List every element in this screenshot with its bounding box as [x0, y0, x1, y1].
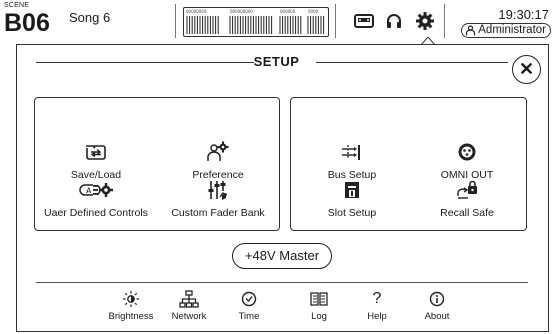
- footer-divider: [36, 282, 528, 283]
- omni-out-icon: [406, 140, 528, 164]
- recall-safe-button[interactable]: Recall Safe: [406, 178, 528, 228]
- save-load-icon: [35, 140, 157, 164]
- slot-setup-label: Slot Setup: [327, 207, 377, 219]
- user-defined-controls-label: Uaer Defined Controls: [44, 207, 148, 219]
- brightness-button[interactable]: Brightness: [101, 289, 161, 322]
- network-icon: [159, 289, 219, 309]
- help-button[interactable]: ? Help: [347, 289, 407, 323]
- help-icon: ?: [372, 290, 382, 307]
- user-icon: [466, 25, 476, 36]
- phantom-power-master-button[interactable]: +48V Master: [232, 243, 332, 269]
- meter-tiny-label-3: 000000: [280, 9, 296, 14]
- network-button[interactable]: Network: [159, 289, 219, 322]
- recorder-icon[interactable]: [353, 10, 375, 32]
- custom-fader-bank-label: Custom Fader Bank: [171, 207, 265, 219]
- scene-caption: SCENE: [4, 2, 30, 9]
- setup-gear-icon[interactable]: [414, 10, 436, 32]
- slot-setup-icon: [291, 178, 413, 202]
- svg-text:A: A: [86, 187, 92, 196]
- brightness-icon: [101, 289, 161, 309]
- user-defined-controls-button[interactable]: A Uaer Defined Controls: [35, 178, 157, 228]
- time-button[interactable]: Time: [219, 289, 279, 322]
- recall-safe-icon: [406, 178, 528, 202]
- user-name: Administrator: [478, 24, 546, 36]
- help-label: Help: [367, 311, 387, 322]
- headphones-icon[interactable]: [383, 10, 405, 32]
- divider: [335, 4, 336, 38]
- info-icon: [407, 289, 467, 309]
- close-icon: ✕: [518, 59, 535, 79]
- meter-tiny-label-4: 0000: [308, 9, 319, 14]
- scene-number[interactable]: B06: [4, 9, 50, 37]
- network-label: Network: [171, 311, 207, 322]
- user-defined-controls-icon: A: [35, 178, 157, 202]
- custom-fader-bank-icon: [157, 178, 279, 202]
- preference-icon: [157, 140, 279, 164]
- log-label: Log: [311, 311, 327, 322]
- dialog-title: SETUP: [253, 54, 300, 69]
- divider: [444, 4, 445, 38]
- log-button[interactable]: Log: [289, 289, 349, 322]
- custom-fader-bank-button[interactable]: Custom Fader Bank: [157, 178, 279, 228]
- slot-setup-button[interactable]: Slot Setup: [291, 178, 413, 228]
- about-button[interactable]: About: [407, 289, 467, 322]
- channel-meters[interactable]: 00000000 000000000 000000 0000: [183, 7, 329, 37]
- brightness-label: Brightness: [108, 311, 154, 322]
- clock-icon: [219, 289, 279, 309]
- divider: [175, 4, 176, 38]
- bus-setup-icon: [291, 140, 413, 164]
- clock-time: 19:30:17: [498, 7, 549, 22]
- user-badge[interactable]: Administrator: [461, 23, 551, 38]
- recall-safe-label: Recall Safe: [440, 207, 494, 219]
- meter-tiny-label-1: 00000000: [186, 9, 207, 14]
- status-bar: SCENE B06 Song 6 00000000 000000000 0000…: [0, 0, 553, 42]
- time-label: Time: [238, 311, 260, 322]
- close-button[interactable]: ✕: [512, 55, 541, 84]
- meter-bars-graphic: 00000000 000000000 000000 0000: [186, 9, 325, 34]
- meter-tiny-label-2: 000000000: [230, 9, 253, 14]
- about-label: About: [424, 311, 450, 322]
- system-settings-panel: Save/Load Preference A Uaer Defined Cont…: [34, 97, 280, 231]
- log-book-icon: [289, 289, 349, 309]
- scene-name[interactable]: Song 6: [69, 10, 110, 25]
- io-settings-panel: Bus Setup OMNI OUT Slot Setup Recall Saf…: [290, 97, 527, 231]
